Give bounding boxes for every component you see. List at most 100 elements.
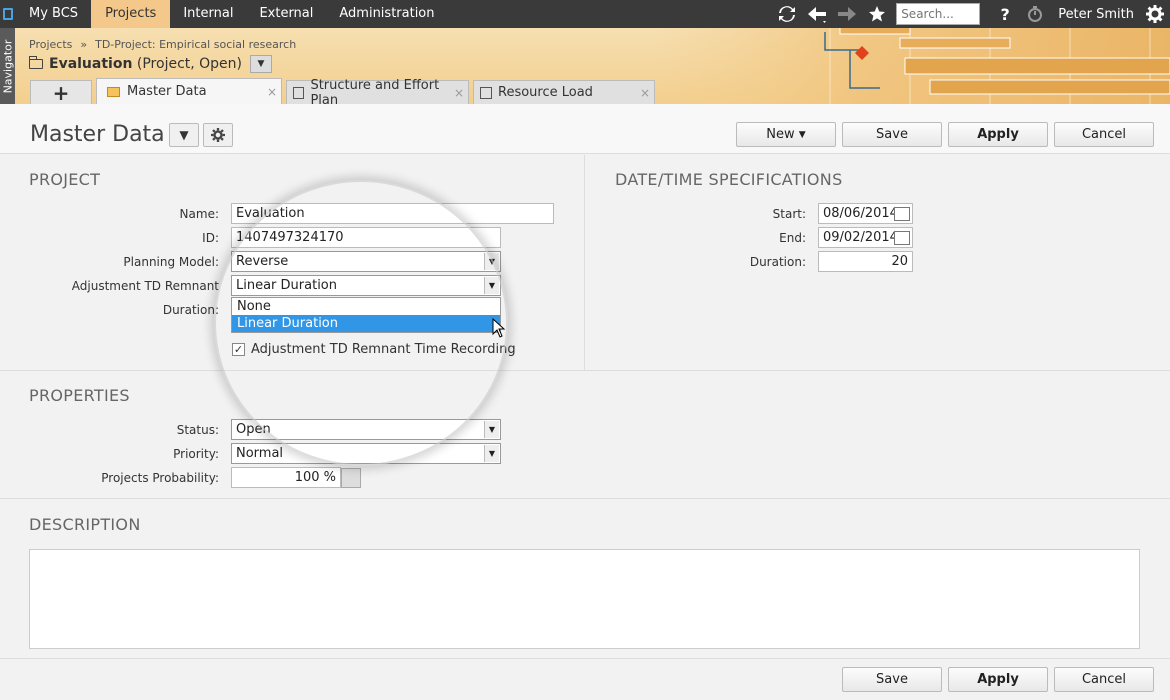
id-field[interactable]: 1407497324170 xyxy=(231,227,501,248)
toolbar-right: ? Peter Smith xyxy=(772,0,1170,28)
chevron-down-icon[interactable]: ▼ xyxy=(484,445,499,462)
app-logo-icon[interactable] xyxy=(0,0,16,28)
mouse-cursor-icon xyxy=(492,318,506,338)
nav-internal[interactable]: Internal xyxy=(170,0,246,28)
navigator-toggle[interactable]: Navigator xyxy=(0,28,15,104)
adjustment-td-remnant-select[interactable]: Linear Duration ▼ xyxy=(231,275,501,296)
tab-resource-load[interactable]: Resource Load × xyxy=(473,80,655,104)
project-state: (Project, Open) xyxy=(136,56,243,72)
cancel-button[interactable]: Cancel xyxy=(1054,122,1154,147)
user-name[interactable]: Peter Smith xyxy=(1050,7,1140,22)
section-divider xyxy=(584,155,585,370)
footer-save-button[interactable]: Save xyxy=(842,667,942,692)
breadcrumb: Projects » TD-Project: Empirical social … xyxy=(29,38,296,51)
structure-plan-icon xyxy=(293,86,305,99)
section-divider xyxy=(0,498,1170,499)
tab-label: Resource Load xyxy=(498,85,593,100)
probability-label: Projects Probability: xyxy=(101,471,219,485)
page-titlebar: Master Data ▼ New ▼ Save Apply Cancel xyxy=(0,104,1170,154)
status-select[interactable]: Open ▼ xyxy=(231,419,501,440)
breadcrumb-projects[interactable]: Projects xyxy=(29,38,72,51)
date-duration-field[interactable]: 20 xyxy=(818,251,913,272)
nav-my-bcs[interactable]: My BCS xyxy=(16,0,91,28)
chevron-down-icon[interactable]: ▼ xyxy=(484,253,499,270)
date-duration-label: Duration: xyxy=(749,255,806,269)
tab-label: Structure and Effort Plan xyxy=(310,77,440,108)
datetime-section-heading: DATE/TIME SPECIFICATIONS xyxy=(615,170,843,189)
main-menu: My BCS Projects Internal External Admini… xyxy=(16,0,448,28)
footer-apply-button[interactable]: Apply xyxy=(948,667,1048,692)
description-textarea[interactable] xyxy=(29,549,1140,649)
selected-value: Reverse xyxy=(236,254,289,269)
dropdown-option-none[interactable]: None xyxy=(232,298,500,315)
chevron-down-icon[interactable]: ▼ xyxy=(484,277,499,294)
adjustment-time-recording-checkbox[interactable]: ✓ xyxy=(232,343,245,356)
forward-arrow-icon[interactable] xyxy=(832,0,862,28)
close-tab-icon[interactable]: × xyxy=(640,86,650,100)
project-section-heading: PROJECT xyxy=(29,170,101,189)
new-button[interactable]: New ▼ xyxy=(736,122,836,147)
priority-select[interactable]: Normal ▼ xyxy=(231,443,501,464)
breadcrumb-separator: » xyxy=(80,38,88,51)
save-button[interactable]: Save xyxy=(842,122,942,147)
footer-bar: Save Apply Cancel xyxy=(0,658,1170,700)
view-dropdown-button[interactable]: ▼ xyxy=(169,123,199,147)
end-label: End: xyxy=(779,231,806,245)
refresh-icon[interactable] xyxy=(772,0,802,28)
selected-value: Linear Duration xyxy=(236,278,337,293)
nav-administration[interactable]: Administration xyxy=(326,0,447,28)
close-tab-icon[interactable]: × xyxy=(267,85,277,99)
adjustment-time-recording-label: Adjustment TD Remnant Time Recording xyxy=(251,342,516,357)
adjustment-dropdown-list: None Linear Duration xyxy=(231,297,501,333)
chevron-down-icon[interactable]: ▼ xyxy=(484,421,499,438)
name-field[interactable]: Evaluation xyxy=(231,203,554,224)
view-settings-button[interactable] xyxy=(203,123,233,147)
status-label: Status: xyxy=(176,423,219,437)
page-title: Master Data xyxy=(30,122,165,147)
search-input[interactable] xyxy=(896,3,981,25)
footer-cancel-button[interactable]: Cancel xyxy=(1054,667,1154,692)
start-label: Start: xyxy=(772,207,806,221)
dropdown-option-linear-duration[interactable]: Linear Duration xyxy=(232,315,500,332)
gantt-decoration xyxy=(650,28,1170,104)
priority-label: Priority: xyxy=(173,447,219,461)
id-label: ID: xyxy=(202,231,219,245)
close-tab-icon[interactable]: × xyxy=(454,86,464,100)
nav-external[interactable]: External xyxy=(246,0,326,28)
gear-icon xyxy=(211,128,225,142)
description-section-heading: DESCRIPTION xyxy=(29,515,141,534)
probability-field[interactable]: 100 % xyxy=(231,467,341,488)
section-divider xyxy=(0,370,1170,371)
project-menu-dropdown[interactable]: ▼ xyxy=(250,55,273,73)
selected-value: Normal xyxy=(236,446,284,461)
help-icon[interactable]: ? xyxy=(990,0,1020,28)
planning-model-label: Planning Model: xyxy=(123,255,219,269)
tab-label: Master Data xyxy=(127,84,207,99)
apply-button[interactable]: Apply xyxy=(948,122,1048,147)
planning-model-select[interactable]: Reverse ▼ xyxy=(231,251,501,272)
timer-icon[interactable] xyxy=(1020,0,1050,28)
duration-label: Duration: xyxy=(162,303,219,317)
settings-gear-icon[interactable] xyxy=(1140,0,1170,28)
calendar-icon[interactable] xyxy=(894,231,910,245)
project-title-row: Evaluation (Project, Open) ▼ xyxy=(28,55,273,73)
breadcrumb-parent-project[interactable]: TD-Project: Empirical social research xyxy=(95,38,296,51)
add-tab-button[interactable]: + xyxy=(30,80,92,105)
project-name: Evaluation xyxy=(49,56,133,72)
resource-load-icon xyxy=(480,86,492,99)
tab-master-data[interactable]: Master Data × xyxy=(96,78,282,104)
folder-icon xyxy=(107,86,120,97)
tab-bar: + Master Data × Structure and Effort Pla… xyxy=(15,78,655,108)
back-arrow-icon[interactable] xyxy=(802,0,832,28)
calendar-icon[interactable] xyxy=(894,207,910,221)
nav-projects[interactable]: Projects xyxy=(91,0,171,28)
folder-icon xyxy=(28,56,43,69)
adjustment-td-remnant-label: Adjustment TD Remnant xyxy=(71,279,219,293)
probability-slider-button[interactable] xyxy=(341,468,361,488)
tab-structure-effort-plan[interactable]: Structure and Effort Plan × xyxy=(286,78,469,108)
selected-value: Open xyxy=(236,422,271,437)
favorites-star-icon[interactable] xyxy=(862,0,892,28)
chevron-down-icon: ▼ xyxy=(798,129,806,140)
top-navigation-bar: My BCS Projects Internal External Admini… xyxy=(0,0,1170,28)
name-label: Name: xyxy=(179,207,219,221)
